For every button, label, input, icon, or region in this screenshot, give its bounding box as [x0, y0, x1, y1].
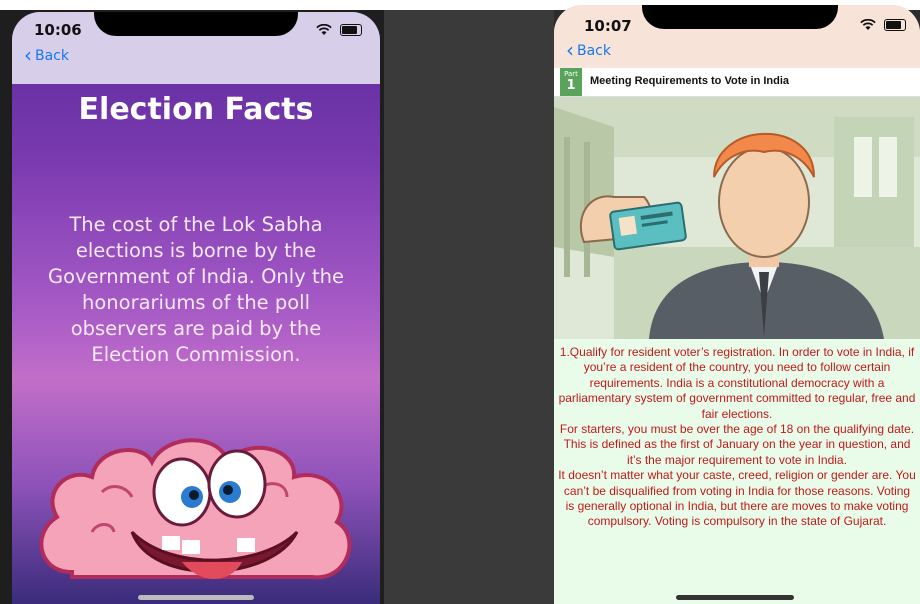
- chevron-left-icon: ‹: [24, 43, 32, 67]
- status-time: 10:06: [34, 21, 82, 39]
- back-label: Back: [35, 48, 69, 64]
- part-title: Meeting Requirements to Vote in India: [590, 75, 790, 87]
- status-bar: 10:07 ‹ Back: [554, 5, 920, 65]
- voter-id-illustration: [554, 97, 920, 339]
- phone-voting-requirements: 10:07 ‹ Back Part 1 Meeting Requirements…: [554, 5, 920, 604]
- system-icons: [316, 22, 362, 37]
- article-text: 1.Qualify for resident voter’s registrat…: [554, 339, 920, 604]
- article-paragraph: It doesn’t matter what your caste, creed…: [558, 468, 916, 529]
- phone-election-facts: 10:06 ‹ Back Election Facts The cost of …: [12, 12, 380, 604]
- back-button[interactable]: ‹ Back: [566, 38, 611, 62]
- part-header: Part 1 Meeting Requirements to Vote in I…: [554, 68, 920, 97]
- home-indicator: [676, 595, 794, 600]
- battery-icon: [340, 23, 362, 36]
- status-time: 10:07: [584, 17, 632, 35]
- system-icons: [860, 17, 906, 32]
- fact-text: The cost of the Lok Sabha elections is b…: [48, 213, 344, 366]
- back-button[interactable]: ‹ Back: [24, 43, 69, 67]
- home-indicator: [138, 595, 254, 600]
- part-number: 1: [566, 78, 576, 93]
- notch: [94, 12, 298, 36]
- battery-icon: [884, 18, 906, 31]
- brain-mascot-image: [39, 438, 352, 580]
- chevron-left-icon: ‹: [566, 38, 574, 62]
- status-bar: 10:06 ‹ Back: [12, 12, 380, 84]
- article-paragraph: For starters, you must be over the age o…: [559, 422, 915, 467]
- article-paragraph: 1.Qualify for resident voter’s registrat…: [558, 345, 916, 421]
- part-badge: Part 1: [560, 68, 582, 96]
- back-label: Back: [577, 43, 611, 59]
- notch: [642, 5, 838, 29]
- page-title: Election Facts: [78, 92, 314, 127]
- wifi-icon: [860, 18, 876, 30]
- middle-background: [384, 0, 554, 604]
- wifi-icon: [316, 23, 332, 35]
